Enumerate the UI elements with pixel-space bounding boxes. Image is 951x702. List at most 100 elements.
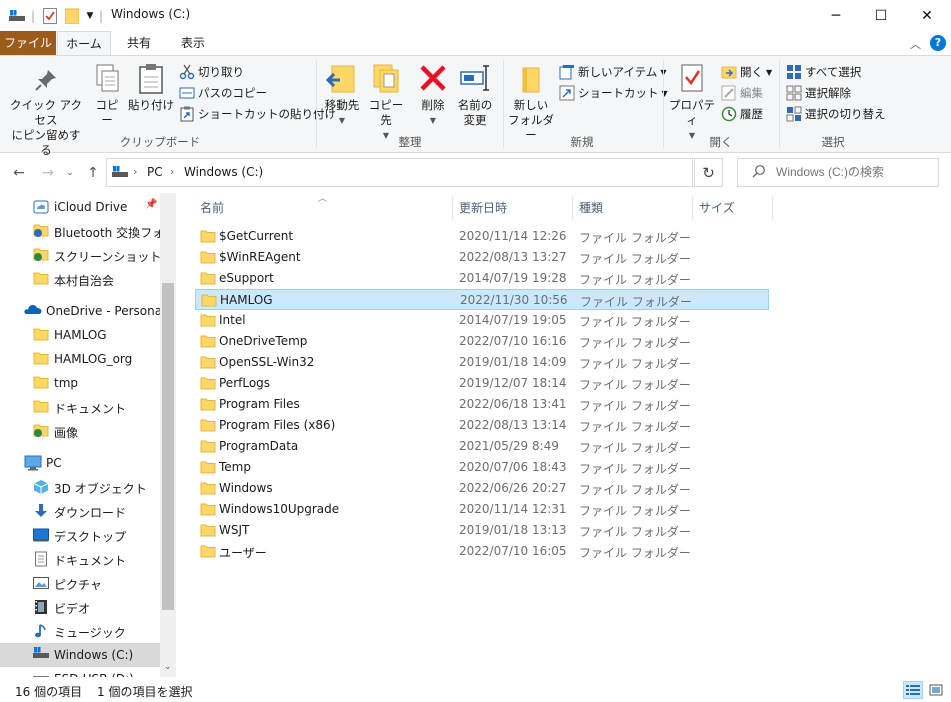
breadcrumb-chevron-icon[interactable]: › — [133, 165, 137, 178]
new-folder-button[interactable]: 新しい フォルダー — [506, 62, 556, 143]
column-divider[interactable] — [692, 196, 693, 220]
file-row[interactable]: Temp 2020/07/06 18:43 ファイル フォルダー — [195, 457, 769, 478]
edit-button[interactable]: 編集 — [721, 83, 763, 103]
minimize-ribbon-icon[interactable]: ︿ — [910, 36, 921, 52]
recent-locations-icon[interactable]: ⌄ — [60, 163, 80, 183]
tab-file[interactable]: ファイル — [0, 31, 56, 55]
nav-item-esd-usb-d[interactable]: ESD-USB (D:) — [0, 667, 160, 677]
refresh-button[interactable]: ↻ — [694, 158, 723, 187]
select-all-button[interactable]: すべて選択 — [786, 62, 861, 82]
breadcrumb-windows-c[interactable]: Windows (C:) — [184, 165, 263, 179]
nav-item-hamlog-org[interactable]: HAMLOG_org — [0, 347, 160, 371]
breadcrumb-pc[interactable]: PC — [147, 165, 163, 179]
new-folder-quick-icon[interactable] — [62, 6, 82, 26]
new-item-button[interactable]: 新しいアイテム ▼ — [559, 62, 667, 82]
back-arrow-icon[interactable]: ← — [9, 163, 29, 183]
file-row[interactable]: PerfLogs 2019/12/07 18:14 ファイル フォルダー — [195, 373, 769, 394]
breadcrumb-chevron-icon[interactable]: › — [170, 165, 174, 178]
nav-item-item-9[interactable]: 画像 — [0, 419, 160, 443]
file-row[interactable]: Program Files (x86) 2022/08/13 13:14 ファイル … — [195, 415, 769, 436]
folder-icon — [33, 327, 49, 343]
file-row[interactable]: OpenSSL-Win32 2019/01/18 14:09 ファイル フォルダー — [195, 352, 769, 373]
separator: | — [30, 9, 36, 23]
properties-quick-icon[interactable] — [40, 6, 60, 26]
column-divider[interactable] — [772, 196, 773, 220]
nav-item-item-3[interactable]: 本村自治会 — [0, 267, 160, 291]
file-row[interactable]: Program Files 2022/06/18 13:41 ファイル フォルダー — [195, 394, 769, 415]
copy-to-button[interactable]: コピー先 ▼ — [364, 62, 408, 143]
nav-item-item-13[interactable]: デスクトップ — [0, 523, 160, 547]
move-to-button[interactable]: 移動先 ▼ — [320, 62, 364, 128]
column-header-type[interactable]: 種類 — [579, 196, 603, 220]
select-none-button[interactable]: 選択解除 — [786, 83, 851, 103]
nav-item-item-15[interactable]: ピクチャ — [0, 571, 160, 595]
column-header-name[interactable]: 名前 — [200, 196, 224, 220]
nav-item-item-17[interactable]: ミュージック — [0, 619, 160, 643]
nav-item-pc[interactable]: PC — [0, 451, 160, 475]
pin-icon[interactable]: 📌 — [145, 199, 157, 210]
file-row[interactable]: $GetCurrent 2020/11/14 12:26 ファイル フォルダー — [195, 226, 769, 247]
nav-item-windows-c[interactable]: Windows (C:) — [0, 643, 160, 667]
tab-share[interactable]: 共有 — [116, 31, 162, 55]
file-row[interactable]: ProgramData 2021/05/29 8:49 ファイル フォルダー — [195, 436, 769, 457]
drive-icon[interactable] — [6, 6, 28, 26]
file-row[interactable]: Intel 2014/07/19 19:05 ファイル フォルダー — [195, 310, 769, 331]
pin-quick-access-button[interactable]: クイック アクセス にピン留めする — [6, 68, 86, 158]
paste-button[interactable]: 貼り付け — [128, 62, 174, 113]
maximize-button[interactable]: ☐ — [858, 0, 904, 31]
nav-item-item-2[interactable]: スクリーンショット — [0, 243, 161, 267]
address-bar[interactable]: › PC › Windows (C:) ⌄ — [106, 158, 786, 187]
download-icon — [33, 503, 49, 519]
large-icons-view-button[interactable] — [926, 681, 946, 699]
file-row[interactable]: Windows 2022/06/26 20:27 ファイル フォルダー — [195, 478, 769, 499]
file-row[interactable]: OneDriveTemp 2022/07/10 16:16 ファイル フォルダー — [195, 331, 769, 352]
cut-button[interactable]: 切り取り — [179, 62, 244, 82]
open-button[interactable]: 開く ▼ — [721, 62, 772, 82]
nav-item-item-16[interactable]: ビデオ — [0, 595, 160, 619]
easy-access-button[interactable]: ショートカット ▼ — [559, 83, 668, 103]
nav-item-3d[interactable]: 3D オブジェクト — [0, 475, 160, 499]
properties-button[interactable]: プロパティ ▼ — [666, 62, 718, 143]
column-header-date[interactable]: 更新日時 — [459, 196, 507, 220]
rename-button[interactable]: 名前の 変更 — [454, 62, 496, 128]
nav-item-onedrive-personal[interactable]: OneDrive - Personal — [0, 299, 165, 323]
nav-item-item-12[interactable]: ダウンロード — [0, 499, 160, 523]
minimize-button[interactable]: ─ — [813, 0, 859, 31]
delete-button[interactable]: 削除 ▼ — [414, 62, 452, 128]
customize-quick-access-icon[interactable]: ▼ — [84, 6, 96, 26]
copy-path-button[interactable]: パスのコピー — [179, 83, 267, 103]
file-row[interactable]: eSupport 2014/07/19 19:28 ファイル フォルダー — [195, 268, 769, 289]
details-view-button[interactable] — [903, 681, 923, 699]
file-row[interactable]: ユーザー 2022/07/10 16:05 ファイル フォルダー — [195, 541, 769, 562]
history-button[interactable]: 履歴 — [721, 104, 763, 124]
file-row[interactable]: Windows10Upgrade 2020/11/14 12:31 ファイル フォル… — [195, 499, 769, 520]
up-arrow-icon[interactable]: ↑ — [83, 163, 103, 183]
paste-shortcut-button[interactable]: ショートカットの貼り付け — [179, 104, 336, 124]
tab-home[interactable]: ホーム — [57, 31, 111, 55]
nav-item-tmp[interactable]: tmp — [0, 371, 160, 395]
search-box[interactable] — [737, 158, 939, 187]
nav-item-bluetooth[interactable]: Bluetooth 交換フォル — [0, 219, 176, 243]
nav-item-hamlog[interactable]: HAMLOG — [0, 323, 160, 347]
column-divider[interactable] — [572, 196, 573, 220]
help-icon[interactable]: ? — [930, 35, 946, 51]
file-date: 2022/06/26 20:27 — [459, 481, 567, 495]
invert-selection-button[interactable]: 選択の切り替え — [786, 104, 886, 124]
file-row[interactable]: HAMLOG 2022/11/30 10:56 ファイル フォルダー — [195, 289, 769, 310]
column-divider[interactable] — [452, 196, 453, 220]
tab-view[interactable]: 表示 — [170, 31, 216, 55]
nav-scrollbar[interactable]: ⌄ — [160, 193, 176, 677]
close-button[interactable]: ✕ — [904, 0, 950, 31]
file-row[interactable]: WSJT 2019/01/18 13:13 ファイル フォルダー — [195, 520, 769, 541]
folder-icon — [200, 313, 216, 327]
nav-item-item-14[interactable]: ドキュメント — [0, 547, 160, 571]
copy-button[interactable]: コピー — [90, 62, 124, 128]
forward-arrow-icon[interactable]: → — [38, 163, 58, 183]
nav-scrollbar-thumb[interactable] — [162, 283, 174, 610]
search-input[interactable] — [776, 165, 936, 179]
scroll-down-icon[interactable]: ⌄ — [164, 662, 172, 672]
file-row[interactable]: $WinREAgent 2022/08/13 13:27 ファイル フォルダー — [195, 247, 769, 268]
column-header-size[interactable]: サイズ — [699, 196, 735, 220]
nav-item-item-8[interactable]: ドキュメント — [0, 395, 160, 419]
nav-item-icloud-drive[interactable]: iCloud Drive 📌 — [0, 195, 160, 219]
